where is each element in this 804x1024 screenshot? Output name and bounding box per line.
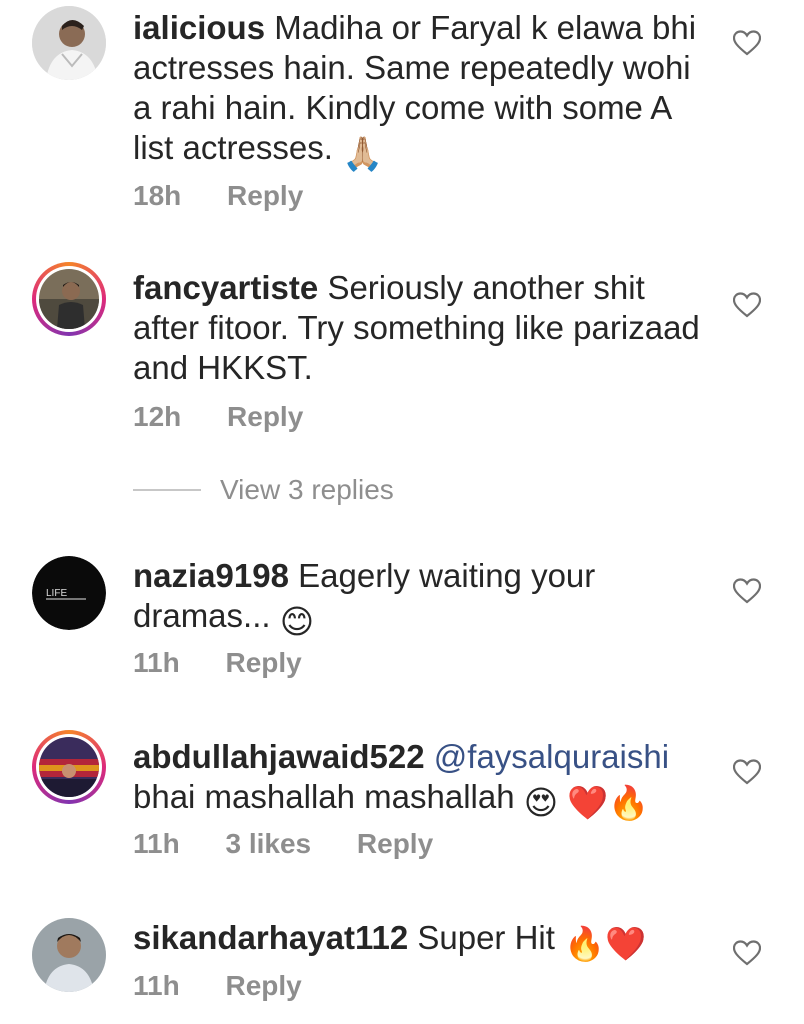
- comment-time: 11h: [133, 970, 180, 1001]
- mention-link[interactable]: @faysalquraishi: [434, 738, 669, 775]
- comment-meta: 11h Reply: [133, 970, 340, 1002]
- avatar[interactable]: [32, 730, 106, 804]
- comment-body: fancyartiste Seriously another shit afte…: [133, 268, 713, 388]
- comment-meta: 12h Reply: [133, 401, 341, 433]
- emoji: 🔥❤️: [564, 925, 647, 962]
- comment-username[interactable]: nazia9198: [133, 557, 289, 594]
- view-replies-label[interactable]: View 3 replies: [220, 474, 394, 506]
- comment-time: 18h: [133, 180, 182, 211]
- divider-line: [133, 489, 201, 491]
- reply-button[interactable]: Reply: [357, 828, 433, 859]
- avatar[interactable]: [32, 6, 106, 80]
- comment-username[interactable]: ialicious: [133, 9, 265, 46]
- comment-username[interactable]: abdullahjawaid522: [133, 738, 425, 775]
- avatar[interactable]: [32, 918, 106, 992]
- comment-body: ialicious Madiha or Faryal k elawa bhi a…: [133, 8, 713, 174]
- comment-meta: 11h Reply: [133, 647, 340, 679]
- heart-outline-icon[interactable]: [733, 30, 761, 56]
- reply-button[interactable]: Reply: [225, 970, 301, 1001]
- avatar-text: LIFE: [46, 588, 67, 599]
- heart-outline-icon[interactable]: [733, 759, 761, 785]
- likes-count[interactable]: 3 likes: [225, 828, 311, 859]
- reply-button[interactable]: Reply: [227, 401, 303, 432]
- emoji: 🙏🏼: [342, 135, 384, 172]
- comment-body: sikandarhayat112 Super Hit 🔥❤️: [133, 918, 713, 964]
- comment-text: bhai mashallah mashallah: [133, 778, 515, 815]
- avatar[interactable]: [32, 262, 106, 336]
- emoji: 😊: [279, 603, 315, 640]
- comment-body: abdullahjawaid522 @faysalquraishi bhai m…: [133, 737, 713, 823]
- view-replies-button[interactable]: View 3 replies: [133, 474, 394, 506]
- reply-button[interactable]: Reply: [225, 647, 301, 678]
- comment-time: 11h: [133, 647, 180, 678]
- comment-text: Super Hit: [417, 919, 555, 956]
- emoji: 😍 ❤️🔥: [523, 784, 650, 821]
- comment-body: nazia9198 Eagerly waiting your dramas...…: [133, 556, 713, 642]
- comment-meta: 11h 3 likes Reply: [133, 828, 471, 860]
- heart-outline-icon[interactable]: [733, 292, 761, 318]
- comment-time: 11h: [133, 828, 180, 859]
- heart-outline-icon[interactable]: [733, 578, 761, 604]
- comment-username[interactable]: sikandarhayat112: [133, 919, 408, 956]
- reply-button[interactable]: Reply: [227, 180, 303, 211]
- comment-username[interactable]: fancyartiste: [133, 269, 318, 306]
- heart-outline-icon[interactable]: [733, 940, 761, 966]
- comment-time: 12h: [133, 401, 182, 432]
- comment-meta: 18h Reply: [133, 180, 341, 212]
- avatar[interactable]: LIFE: [32, 556, 106, 630]
